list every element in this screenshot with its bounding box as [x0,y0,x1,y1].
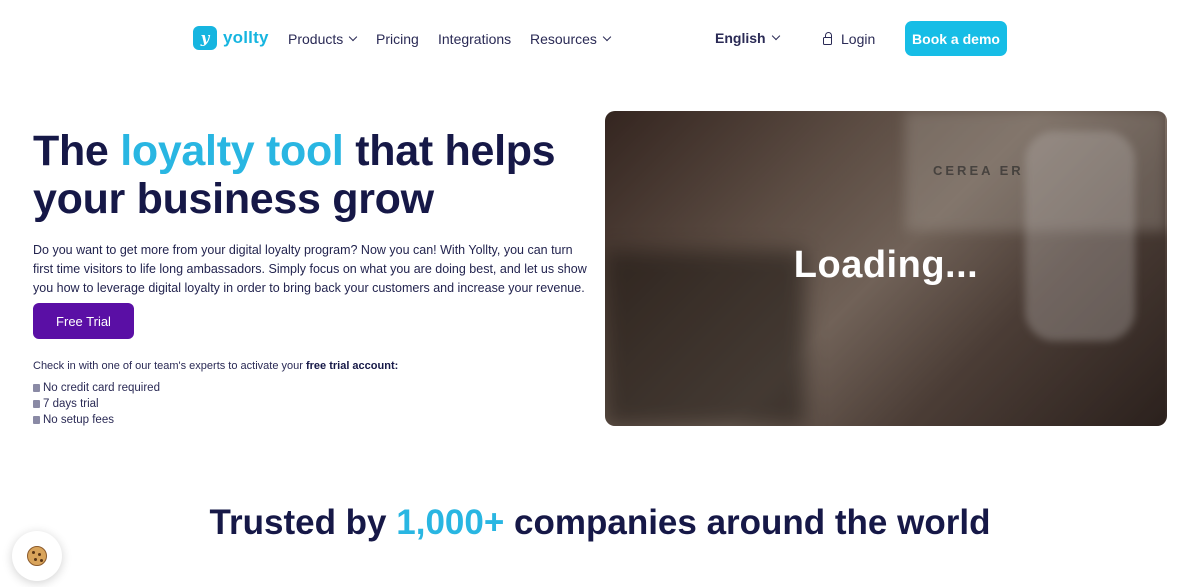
logo-text: yollty [223,28,269,47]
bullet-icon [33,416,40,424]
cookie-icon [27,546,47,566]
feature-item: No setup fees [33,414,114,426]
nav-resources-label: Resources [530,31,597,47]
feature-item: 7 days trial [33,398,99,410]
logo[interactable]: y yollty [193,26,269,50]
trusted-part2: companies around the world [504,503,991,542]
hero-description: Do you want to get more from your digita… [33,243,587,295]
feature-label: No setup fees [43,414,114,426]
video-sign-text: CEREA ER [933,163,1024,178]
nav-products-label: Products [288,31,344,47]
trusted-highlight: 1,000+ [396,503,505,542]
book-demo-button[interactable]: Book a demo [905,21,1007,56]
chevron-down-icon [771,31,780,41]
trusted-part1: Trusted by [209,503,397,542]
nav-resources[interactable]: Resources [530,31,612,47]
language-selector[interactable]: English [715,30,780,46]
nav-integrations[interactable]: Integrations [438,31,511,47]
hero-video[interactable]: CEREA ER Loading... [605,111,1167,426]
feature-label: 7 days trial [43,398,99,410]
language-label: English [715,30,766,46]
checkin-text: Check in with one of our team's experts … [33,360,398,372]
bullet-icon [33,400,40,408]
yollty-logo-icon: y [193,26,217,50]
hero-title-highlight: loyalty tool [120,127,344,175]
nav-pricing[interactable]: Pricing [376,31,419,47]
nav-integrations-label: Integrations [438,31,512,47]
nav-pricing-label: Pricing [376,31,419,47]
feature-label: No credit card required [43,382,160,394]
feature-item: No credit card required [33,382,160,394]
hero-title: The loyalty tool that helps your busines… [33,127,593,223]
login-link[interactable]: Login [823,31,875,47]
trusted-heading: Trusted by 1,000+ companies around the w… [0,502,1200,544]
cookie-settings-button[interactable] [12,531,62,581]
free-trial-button[interactable]: Free Trial [33,303,134,339]
chevron-down-icon [349,32,358,42]
bullet-icon [33,384,40,392]
chevron-down-icon [602,32,612,42]
nav-products[interactable]: Products [288,31,358,47]
login-label: Login [841,31,876,47]
checkin-text-bold: free trial account: [305,360,399,372]
video-loading-text: Loading... [793,244,979,286]
hero-title-part1: The [33,127,121,175]
lock-icon [823,31,832,45]
checkin-text-main: Check in with one of our team's experts … [33,360,306,372]
top-navigation: y yollty Products Pricing Integrations R… [0,0,1200,78]
